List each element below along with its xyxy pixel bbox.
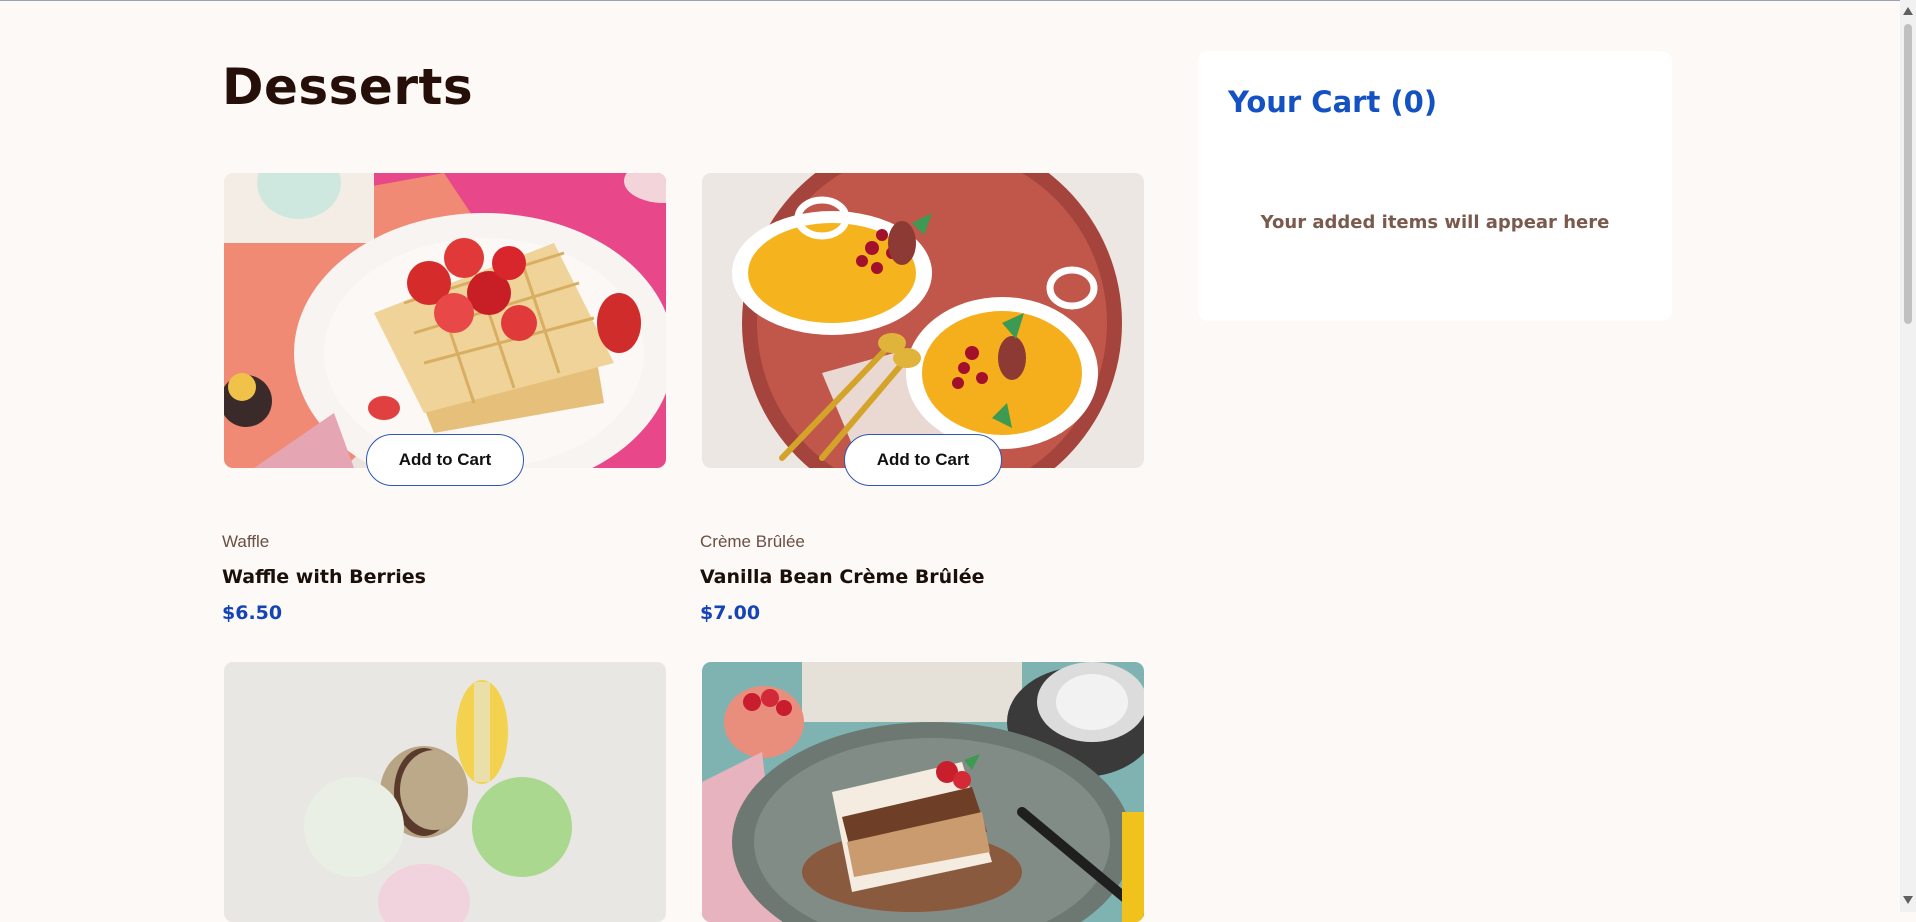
cart-panel: Your Cart (0) Your added items will appe…	[1198, 51, 1672, 321]
product-image-waffle[interactable]	[224, 173, 666, 468]
page: Desserts Add to Cart Waffle Waffle with …	[0, 0, 1900, 922]
product-image-tiramisu[interactable]	[702, 662, 1144, 922]
product-card-tiramisu	[700, 662, 1144, 922]
product-name: Waffle with Berries	[222, 566, 426, 588]
product-name: Vanilla Bean Crème Brûlée	[700, 566, 985, 588]
product-price: $6.50	[222, 602, 283, 624]
product-image-creme-brulee[interactable]	[702, 173, 1144, 468]
product-category: Crème Brûlée	[700, 532, 805, 551]
add-to-cart-button[interactable]: Add to Cart	[366, 434, 524, 486]
cart-empty-message: Your added items will appear here	[1260, 212, 1610, 233]
product-image-macarons[interactable]	[224, 662, 666, 922]
product-card-macarons	[222, 662, 666, 922]
scroll-down-arrow-icon[interactable]	[1903, 896, 1913, 904]
cart-title: Your Cart (0)	[1228, 85, 1438, 119]
scroll-up-arrow-icon[interactable]	[1903, 7, 1913, 15]
scrollbar-thumb[interactable]	[1904, 24, 1912, 324]
vertical-scrollbar[interactable]	[1900, 0, 1916, 912]
product-card-creme-brulee: Add to Cart Crème Brûlée Vanilla Bean Cr…	[700, 173, 1144, 633]
product-category: Waffle	[222, 532, 270, 551]
product-card-waffle: Add to Cart Waffle Waffle with Berries $…	[222, 173, 666, 633]
page-title: Desserts	[222, 58, 474, 116]
product-price: $7.00	[700, 602, 761, 624]
add-to-cart-button[interactable]: Add to Cart	[844, 434, 1002, 486]
